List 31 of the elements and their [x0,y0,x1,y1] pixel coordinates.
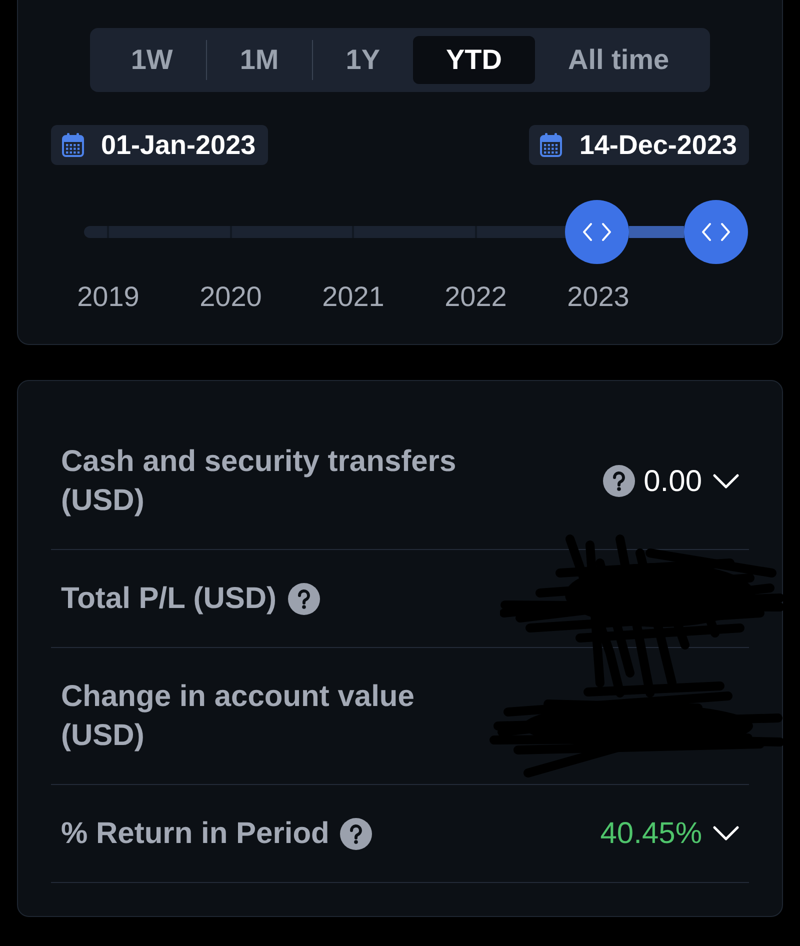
metric-label: Cash and security transfers (USD) [61,444,458,519]
range-tab[interactable]: 1Y [312,36,413,84]
year-label: 2019 [77,280,140,314]
year-label: 2021 [322,280,384,314]
start-date-chip[interactable]: 01-Jan-2023 [51,125,268,165]
chevron-left-right-icon [700,222,731,242]
help-icon[interactable] [288,582,320,614]
range-tab[interactable]: YTD [413,36,535,84]
chevron-down-icon[interactable] [713,474,739,488]
range-tab[interactable]: 1W [98,36,206,84]
metric-value: 40.45% [600,816,702,852]
range-tab[interactable]: 1M [206,36,312,84]
chevron-left-right-icon [582,222,612,242]
metric-label: Change in account value (USD) [61,679,416,754]
metric-row[interactable]: Cash and security transfers (USD) 0.00 [51,413,749,550]
help-icon[interactable] [602,465,635,497]
slider-range-fill [629,226,684,238]
timeline-slider-track[interactable] [84,200,748,264]
range-tab[interactable]: All time [535,36,702,84]
metric-value: 0.00 [644,464,702,500]
year-label: 2020 [200,280,262,314]
end-date-chip[interactable]: 14-Dec-2023 [529,125,749,165]
metric-row[interactable]: % Return in Period 40.45% [51,785,749,883]
year-label: 2023 [567,280,630,314]
calendar-icon [62,133,84,157]
metric-label: Total P/L (USD) [61,581,277,617]
year-label: 2022 [444,280,507,314]
calendar-icon [540,133,562,157]
help-icon[interactable] [340,818,372,850]
metric-label: % Return in Period [61,816,330,852]
chevron-down-icon[interactable] [713,826,739,841]
